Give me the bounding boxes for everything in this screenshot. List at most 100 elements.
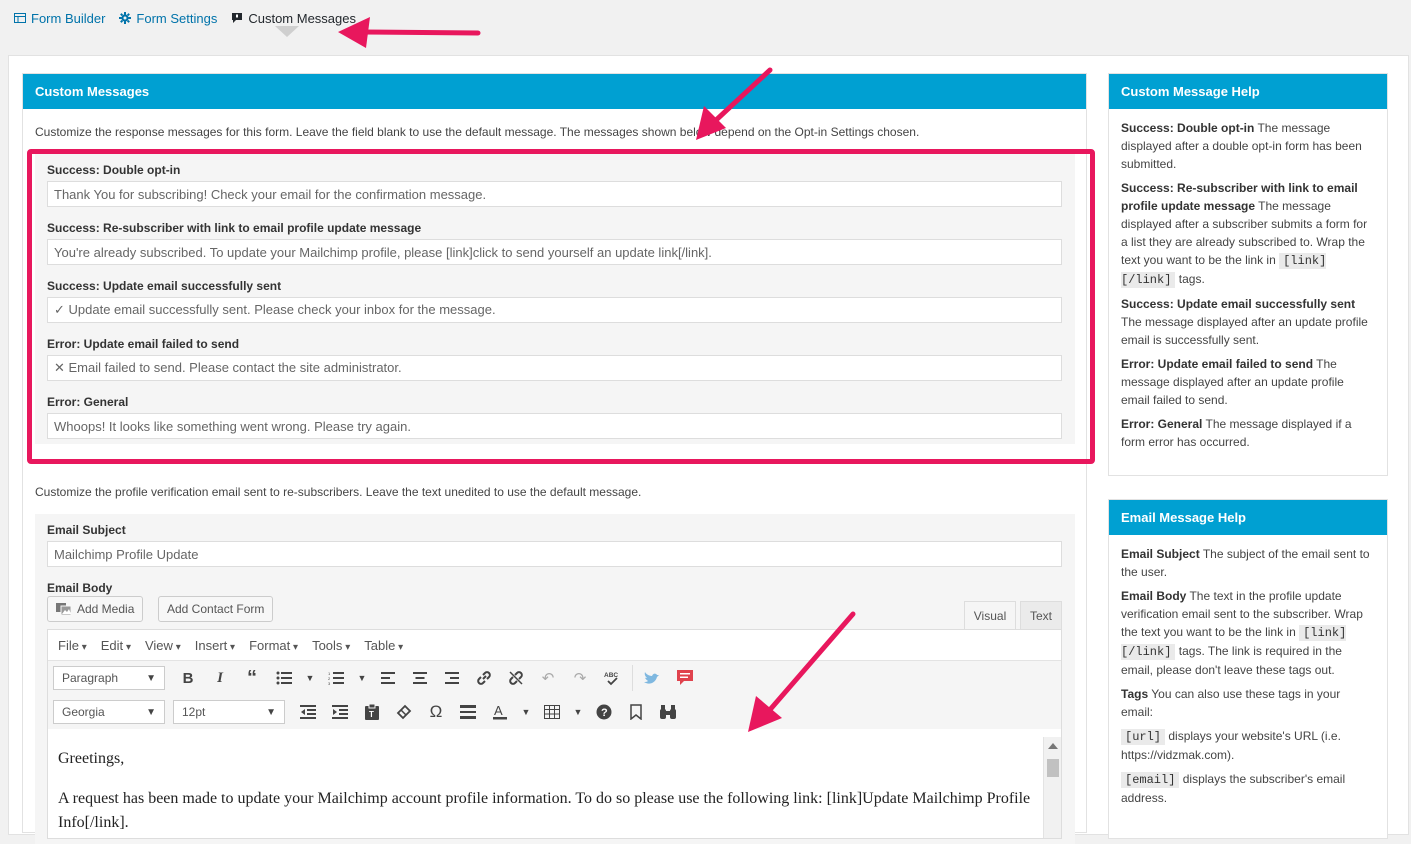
search-replace-icon[interactable]: [653, 699, 683, 725]
body-paragraph: Greetings,: [58, 750, 125, 767]
comment-icon[interactable]: [670, 665, 700, 691]
redo-icon[interactable]: ↷: [565, 665, 595, 691]
tab-form-settings[interactable]: Form Settings: [119, 11, 217, 26]
custom-message-help-panel: Custom Message Help Success: Double opt-…: [1108, 73, 1388, 476]
help-code: [url]: [1121, 729, 1166, 745]
field-label: Success: Update email successfully sent: [47, 279, 282, 293]
format-select[interactable]: Paragraph ▼: [53, 666, 165, 690]
help-term: Error: General: [1121, 417, 1203, 431]
horizontal-line-icon[interactable]: [453, 699, 483, 725]
spellcheck-icon[interactable]: ABC: [597, 665, 627, 691]
add-contact-form-button[interactable]: Add Contact Form: [158, 596, 274, 622]
tab-label: Form Settings: [136, 10, 218, 26]
chevron-down-icon[interactable]: ▼: [301, 665, 319, 691]
bullet-list-icon[interactable]: [269, 665, 299, 691]
chevron-down-icon[interactable]: ▼: [569, 699, 587, 725]
tab-text[interactable]: Text: [1020, 601, 1062, 629]
help-body: Success: Double opt-in The message displ…: [1109, 109, 1387, 467]
menu-format[interactable]: Format: [249, 638, 298, 653]
field-label: Error: General: [47, 395, 129, 409]
update-sent-input[interactable]: [47, 297, 1062, 323]
email-description: Customize the profile verification email…: [35, 485, 642, 499]
align-left-icon[interactable]: [373, 665, 403, 691]
arrow-tab: [359, 29, 481, 36]
help-title: Custom Message Help: [1109, 74, 1387, 109]
scroll-up-arrow-icon[interactable]: [1048, 743, 1058, 749]
tab-label: Custom Messages: [248, 10, 356, 26]
chevron-down-icon: ▼: [146, 706, 156, 718]
help-item: Email Subject The subject of the email s…: [1121, 545, 1375, 581]
bookmark-icon[interactable]: [621, 699, 651, 725]
italic-icon[interactable]: I: [205, 665, 235, 691]
editor-content[interactable]: Greetings, A request has been made to up…: [48, 737, 1043, 838]
twitter-icon[interactable]: [638, 665, 668, 691]
editor-toolbar-2: Georgia ▼ 12pt ▼ T Ω A ▼ ▼ ?: [48, 695, 1061, 729]
add-contact-form-label: Add Contact Form: [167, 602, 265, 616]
double-optin-input[interactable]: [47, 181, 1062, 207]
link-icon[interactable]: [469, 665, 499, 691]
indent-icon[interactable]: [325, 699, 355, 725]
menu-file[interactable]: File: [58, 638, 87, 653]
editor-scrollbar[interactable]: [1043, 737, 1061, 838]
format-select-value: Paragraph: [62, 671, 119, 685]
numbered-list-icon[interactable]: 123: [321, 665, 351, 691]
font-family-select[interactable]: Georgia ▼: [53, 700, 165, 724]
bold-icon[interactable]: B: [173, 665, 203, 691]
menu-view[interactable]: View: [145, 638, 181, 653]
error-general-input[interactable]: [47, 413, 1062, 439]
email-body-editor: File Edit View Insert Format Tools Table…: [47, 629, 1062, 839]
editor-menubar: File Edit View Insert Format Tools Table: [48, 630, 1061, 661]
field-resubscriber: Success: Re-subscriber with link to emai…: [47, 220, 1062, 265]
special-character-icon[interactable]: Ω: [421, 699, 451, 725]
menu-insert[interactable]: Insert: [195, 638, 235, 653]
blockquote-icon[interactable]: “: [237, 665, 267, 691]
help-item: [url] displays your website's URL (i.e. …: [1121, 727, 1375, 764]
update-failed-input[interactable]: [47, 355, 1062, 381]
tab-visual[interactable]: Visual: [964, 601, 1016, 629]
align-right-icon[interactable]: [437, 665, 467, 691]
eraser-icon[interactable]: [389, 699, 419, 725]
unlink-icon[interactable]: [501, 665, 531, 691]
table-icon[interactable]: [537, 699, 567, 725]
tab-form-builder[interactable]: Form Builder: [14, 11, 105, 26]
menu-edit[interactable]: Edit: [101, 638, 131, 653]
help-term: Success: Update email successfully sent: [1121, 297, 1356, 311]
text-color-icon[interactable]: A: [485, 699, 515, 725]
add-media-button[interactable]: Add Media: [47, 596, 144, 622]
help-item: Error: General The message displayed if …: [1121, 415, 1375, 451]
field-email-body: Email Body: [47, 580, 1062, 596]
help-code: [email]: [1121, 772, 1180, 788]
email-message-help-panel: Email Message Help Email Subject The sub…: [1108, 499, 1388, 839]
help-term: Success: Double opt-in: [1121, 121, 1255, 135]
tab-custom-messages[interactable]: Custom Messages: [231, 11, 356, 26]
chevron-down-icon: ▼: [146, 672, 156, 684]
scroll-thumb[interactable]: [1047, 759, 1059, 777]
panel-title: Custom Messages: [23, 74, 1086, 109]
help-icon[interactable]: ?: [589, 699, 619, 725]
align-center-icon[interactable]: [405, 665, 435, 691]
help-item: Success: Update email successfully sent …: [1121, 295, 1375, 349]
field-label: Success: Re-subscriber with link to emai…: [47, 221, 422, 235]
undo-icon[interactable]: ↶: [533, 665, 563, 691]
help-item: Error: Update email failed to send The m…: [1121, 355, 1375, 409]
form-tabs: Form Builder Form Settings Custom Messag…: [14, 8, 356, 28]
help-item: Email Body The text in the profile updat…: [1121, 587, 1375, 679]
chevron-down-icon[interactable]: ▼: [353, 665, 371, 691]
active-tab-caret: [275, 26, 299, 37]
paste-text-icon[interactable]: T: [357, 699, 387, 725]
chevron-down-icon[interactable]: ▼: [517, 699, 535, 725]
outdent-icon[interactable]: [293, 699, 323, 725]
field-label: Email Body: [47, 581, 113, 595]
field-label: Error: Update email failed to send: [47, 337, 240, 351]
size-select-value: 12pt: [182, 705, 206, 719]
media-icon: [56, 601, 72, 618]
menu-table[interactable]: Table: [364, 638, 403, 653]
menu-tools[interactable]: Tools: [312, 638, 350, 653]
email-subject-input[interactable]: [47, 541, 1062, 567]
resubscriber-input[interactable]: [47, 239, 1062, 265]
field-label: Success: Double opt-in: [47, 163, 181, 177]
help-text: You can also use these tags in your emai…: [1121, 687, 1341, 719]
body-paragraph: A request has been made to update your M…: [58, 790, 1031, 831]
help-term: Tags: [1121, 687, 1149, 701]
font-size-select[interactable]: 12pt ▼: [173, 700, 285, 724]
